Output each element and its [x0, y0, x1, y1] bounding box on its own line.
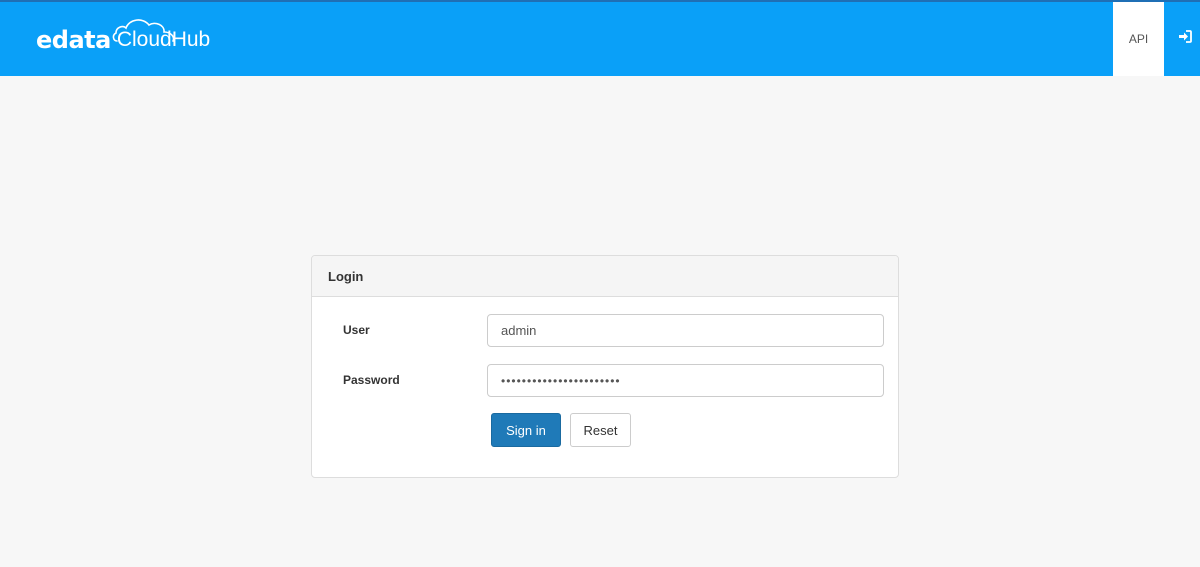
reset-button[interactable]: Reset	[570, 413, 631, 447]
sign-in-nav-button[interactable]	[1170, 2, 1200, 76]
password-label: Password	[343, 373, 400, 387]
logo-product-text: CloudHub	[116, 28, 211, 51]
login-title: Login	[328, 268, 364, 284]
login-panel-heading: Login	[312, 256, 898, 297]
top-navbar: edata CloudHub API	[0, 0, 1200, 76]
logo-brand-text: edata	[36, 26, 111, 54]
login-panel: Login User Password Sign in Reset	[311, 255, 899, 478]
sign-in-button[interactable]: Sign in	[491, 413, 561, 447]
user-input[interactable]	[487, 314, 884, 347]
user-label: User	[343, 323, 370, 337]
password-input[interactable]	[487, 364, 884, 397]
reset-button-label: Reset	[583, 422, 618, 438]
cdata-cloudhub-logo[interactable]: edata CloudHub	[36, 14, 210, 66]
cloud-icon: CloudHub	[112, 19, 211, 51]
sign-in-button-label: Sign in	[506, 422, 546, 438]
sign-in-icon	[1178, 30, 1192, 48]
api-nav-label: API	[1128, 32, 1149, 46]
api-nav-link[interactable]: API	[1113, 2, 1164, 76]
